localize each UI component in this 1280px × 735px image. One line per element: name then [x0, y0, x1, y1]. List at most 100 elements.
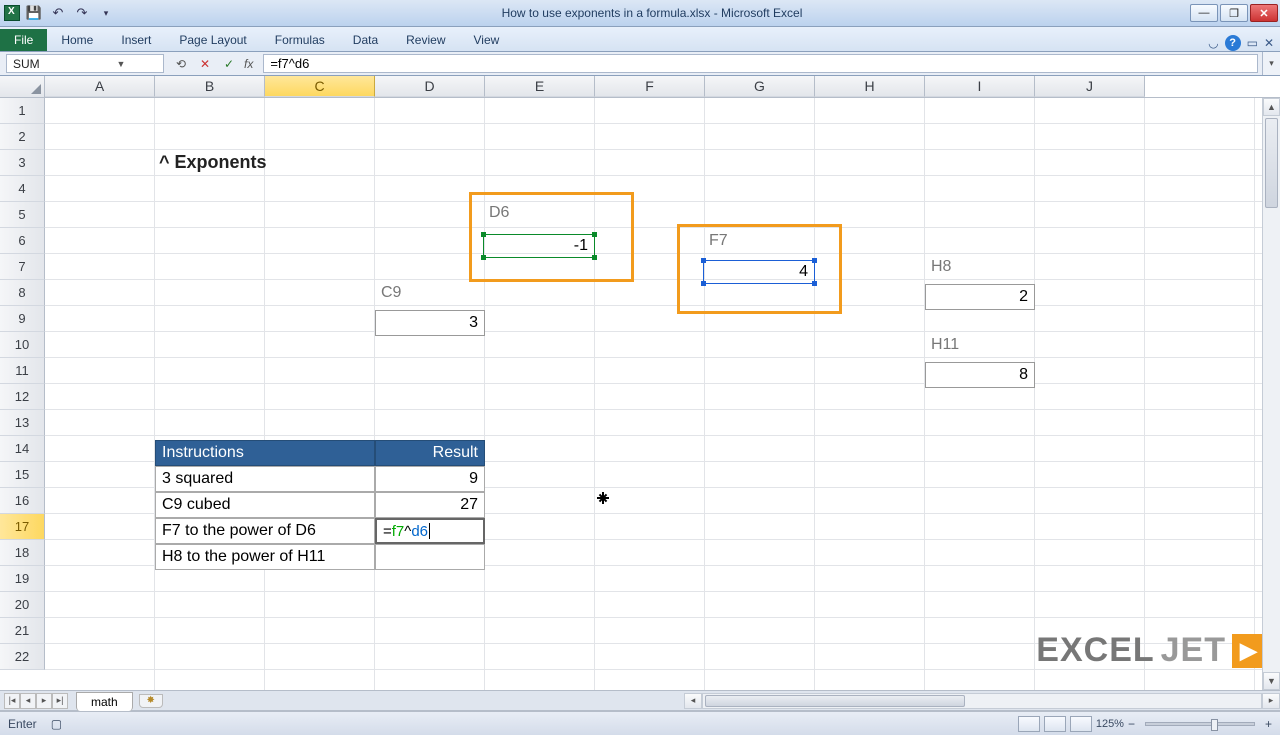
row-13[interactable]: 13: [0, 410, 45, 436]
col-I[interactable]: I: [925, 76, 1035, 97]
tab-page-layout[interactable]: Page Layout: [165, 29, 260, 51]
row-6[interactable]: 6: [0, 228, 45, 254]
col-E[interactable]: E: [485, 76, 595, 97]
formula-expand-icon[interactable]: ▾: [1262, 52, 1280, 75]
vertical-scrollbar[interactable]: ▲ ▼: [1262, 98, 1280, 690]
formula-cancel-prev-icon[interactable]: ⟲: [172, 55, 190, 73]
row-17[interactable]: 17: [0, 514, 45, 540]
file-tab[interactable]: File: [0, 29, 47, 51]
qat-save-icon[interactable]: 💾: [24, 3, 44, 23]
table-row[interactable]: 3 squared: [155, 466, 375, 492]
formula-enter-button[interactable]: ✓: [220, 55, 238, 73]
hscroll-right-icon[interactable]: ▸: [1262, 693, 1280, 709]
view-normal-button[interactable]: [1018, 716, 1040, 732]
row-9[interactable]: 9: [0, 306, 45, 332]
row-4[interactable]: 4: [0, 176, 45, 202]
formula-input[interactable]: =f7^d6: [263, 54, 1258, 73]
row-21[interactable]: 21: [0, 618, 45, 644]
row-20[interactable]: 20: [0, 592, 45, 618]
zoom-in-button[interactable]: +: [1265, 717, 1272, 731]
new-sheet-button[interactable]: ✸: [139, 694, 163, 708]
text-cursor: [429, 523, 430, 539]
maximize-button[interactable]: ❐: [1220, 4, 1248, 22]
row-22[interactable]: 22: [0, 644, 45, 670]
qat-redo-icon[interactable]: ↷: [72, 3, 92, 23]
sheet-nav-last-icon[interactable]: ▸|: [52, 693, 68, 709]
tab-view[interactable]: View: [460, 29, 514, 51]
row-11[interactable]: 11: [0, 358, 45, 384]
row-19[interactable]: 19: [0, 566, 45, 592]
hscroll-thumb[interactable]: [705, 695, 965, 707]
row-15[interactable]: 15: [0, 462, 45, 488]
row-3[interactable]: 3: [0, 150, 45, 176]
table-result[interactable]: 9: [375, 466, 485, 492]
name-box[interactable]: SUM ▼: [6, 54, 164, 73]
row-7[interactable]: 7: [0, 254, 45, 280]
zoom-out-button[interactable]: −: [1128, 717, 1135, 731]
cell-h8[interactable]: 2: [925, 284, 1035, 310]
macro-record-icon[interactable]: ▢: [51, 717, 62, 731]
col-B[interactable]: B: [155, 76, 265, 97]
table-result[interactable]: [375, 544, 485, 570]
sheet-tab-math[interactable]: math: [76, 692, 133, 711]
cell-c9[interactable]: 3: [375, 310, 485, 336]
tab-formulas[interactable]: Formulas: [261, 29, 339, 51]
row-18[interactable]: 18: [0, 540, 45, 566]
scroll-track[interactable]: [1263, 210, 1280, 672]
table-header-result: Result: [375, 440, 485, 466]
qat-undo-icon[interactable]: ↶: [48, 3, 68, 23]
view-layout-button[interactable]: [1044, 716, 1066, 732]
col-H[interactable]: H: [815, 76, 925, 97]
qat-customize-icon[interactable]: ▾: [96, 3, 116, 23]
hscroll-track[interactable]: [702, 693, 1262, 709]
close-button[interactable]: ✕: [1250, 4, 1278, 22]
ribbon-options-icon[interactable]: ◡: [1208, 36, 1218, 50]
formula-cancel-button[interactable]: ✕: [196, 55, 214, 73]
view-break-button[interactable]: [1070, 716, 1092, 732]
col-D[interactable]: D: [375, 76, 485, 97]
ref-box-d6: -1: [483, 234, 595, 258]
name-box-dropdown-icon[interactable]: ▼: [85, 59, 157, 69]
hscroll-left-icon[interactable]: ◂: [684, 693, 702, 709]
active-cell-C17[interactable]: =f7^d6: [375, 518, 485, 544]
minimize-button[interactable]: —: [1190, 4, 1218, 22]
table-row[interactable]: C9 cubed: [155, 492, 375, 518]
zoom-slider[interactable]: [1145, 722, 1255, 726]
horizontal-scrollbar[interactable]: ◂ ▸: [684, 691, 1280, 710]
col-G[interactable]: G: [705, 76, 815, 97]
col-J[interactable]: J: [1035, 76, 1145, 97]
table-row[interactable]: H8 to the power of H11: [155, 544, 375, 570]
row-16[interactable]: 16: [0, 488, 45, 514]
zoom-slider-thumb[interactable]: [1211, 719, 1218, 731]
row-5[interactable]: 5: [0, 202, 45, 228]
row-12[interactable]: 12: [0, 384, 45, 410]
cell-h11[interactable]: 8: [925, 362, 1035, 388]
row-10[interactable]: 10: [0, 332, 45, 358]
sheet-nav-first-icon[interactable]: |◂: [4, 693, 20, 709]
row-8[interactable]: 8: [0, 280, 45, 306]
workbook-close-icon[interactable]: ✕: [1264, 36, 1274, 50]
row-14[interactable]: 14: [0, 436, 45, 462]
tab-data[interactable]: Data: [339, 29, 392, 51]
table-row[interactable]: F7 to the power of D6: [155, 518, 375, 544]
sheet-nav-next-icon[interactable]: ▸: [36, 693, 52, 709]
help-icon[interactable]: ?: [1225, 35, 1241, 51]
row-2[interactable]: 2: [0, 124, 45, 150]
table-result[interactable]: 27: [375, 492, 485, 518]
select-all-corner[interactable]: [0, 76, 45, 97]
ribbon-minimize-icon[interactable]: ▭: [1247, 36, 1258, 50]
table-header-instructions: Instructions: [155, 440, 375, 466]
fx-icon[interactable]: fx: [244, 57, 257, 71]
col-F[interactable]: F: [595, 76, 705, 97]
tab-insert[interactable]: Insert: [107, 29, 165, 51]
col-C[interactable]: C: [265, 76, 375, 97]
tab-home[interactable]: Home: [47, 29, 107, 51]
tab-review[interactable]: Review: [392, 29, 459, 51]
scroll-thumb[interactable]: [1265, 118, 1278, 208]
cells-canvas[interactable]: ^ Exponents D6 -1 F7 4 C9 3 H8 2 H11: [45, 98, 1280, 690]
scroll-down-icon[interactable]: ▼: [1263, 672, 1280, 690]
scroll-up-icon[interactable]: ▲: [1263, 98, 1280, 116]
row-1[interactable]: 1: [0, 98, 45, 124]
col-A[interactable]: A: [45, 76, 155, 97]
sheet-nav-prev-icon[interactable]: ◂: [20, 693, 36, 709]
